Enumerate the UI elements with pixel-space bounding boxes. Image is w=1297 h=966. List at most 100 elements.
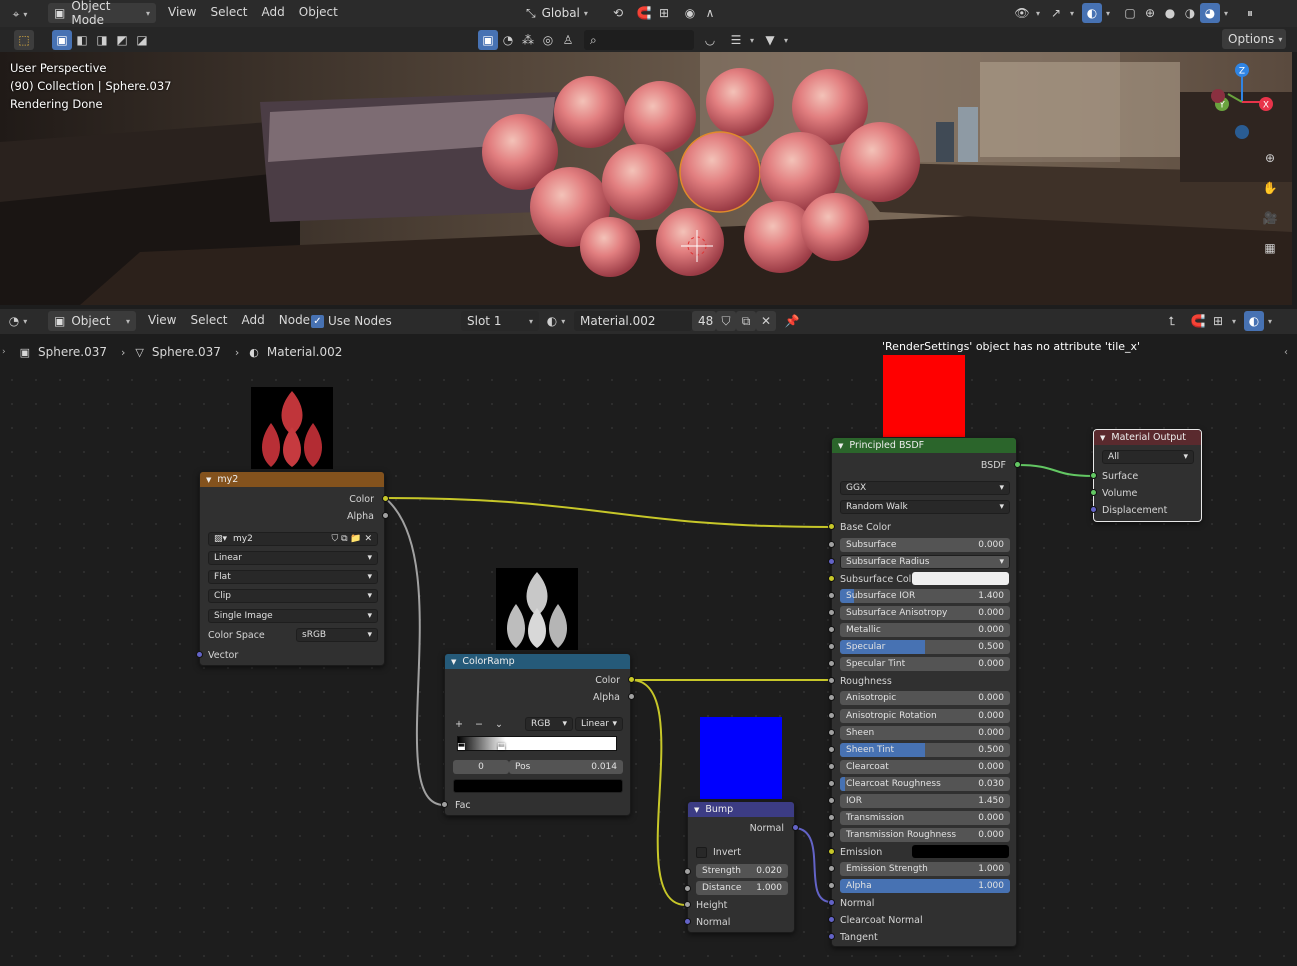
bsdf-color-swatch[interactable] [912, 572, 1009, 585]
bsdf-value-field[interactable]: Sheen 0.000 [840, 726, 1010, 740]
mode-dropdown[interactable]: ▣ Object Mode ▾ [48, 0, 156, 27]
bsdf-input-socket[interactable] [828, 592, 835, 599]
invert-checkbox[interactable] [696, 846, 707, 858]
color-ramp-bar[interactable] [457, 736, 617, 751]
menu-select[interactable]: Select [203, 5, 254, 19]
interpolation-dropdown[interactable]: Linear ▾ [208, 551, 378, 565]
bsdf-value-field[interactable]: Clearcoat 0.000 [840, 760, 1010, 774]
menu-add[interactable]: Add [255, 5, 292, 19]
material-users-count[interactable]: 48 [692, 311, 716, 331]
pin-icon[interactable]: 📌 [782, 311, 802, 331]
breadcrumb-material[interactable]: Material.002 [267, 345, 342, 359]
node-snap-target-icon[interactable]: ⊞ [1208, 311, 1228, 331]
menu-view[interactable]: View [161, 5, 203, 19]
strength-input-socket[interactable] [684, 868, 691, 875]
parent-node-tree-icon[interactable]: ⮤ [1162, 311, 1182, 331]
node-snap-icon[interactable]: 🧲 [1188, 311, 1208, 331]
shading-wireframe-icon[interactable]: ⊕ [1140, 3, 1160, 23]
node-menu-select[interactable]: Select [183, 313, 234, 327]
collapse-icon[interactable]: ▼ [694, 806, 699, 814]
bsdf-value-field[interactable]: Metallic 0.000 [840, 623, 1010, 637]
ramp-stop-index[interactable]: 0 [453, 760, 509, 774]
bsdf-output-socket[interactable] [1014, 461, 1021, 468]
bsdf-value-field[interactable]: IOR 1.450 [840, 794, 1010, 808]
orientation-dropdown[interactable]: ⤡ Global ▾ [520, 3, 600, 23]
sidebar-toggle-icon[interactable]: ‹ [1284, 347, 1288, 358]
bsdf-node-header[interactable]: ▼ Principled BSDF [832, 438, 1016, 453]
3d-viewport[interactable]: User Perspective (90) Collection | Spher… [0, 52, 1292, 305]
volume-input-socket[interactable] [1090, 489, 1097, 496]
ramp-mode-dropdown[interactable]: RGB ▾ [525, 717, 573, 731]
source-dropdown[interactable]: Single Image ▾ [208, 609, 378, 623]
ramp-interp-dropdown[interactable]: Linear ▾ [575, 717, 623, 731]
breadcrumb-toggle-icon[interactable]: › [2, 347, 6, 357]
grid-view-icon[interactable]: ▦ [1260, 238, 1280, 258]
remove-stop-button[interactable]: − [475, 719, 483, 730]
bsdf-value-field[interactable]: Subsurface Anisotropy 0.000 [840, 606, 1010, 620]
bsdf-input-socket[interactable] [828, 780, 835, 787]
bump-node-header[interactable]: ▼ Bump [688, 802, 794, 817]
node-editor-type-icon[interactable]: ◔ ▾ [8, 311, 28, 331]
ramp-pos-field[interactable]: Pos 0.014 [509, 760, 623, 774]
fac-input-socket[interactable] [441, 801, 448, 808]
collapse-icon[interactable]: ▼ [838, 442, 843, 450]
output-target-dropdown[interactable]: All ▾ [1102, 450, 1194, 464]
duplicate-material-icon[interactable]: ⧉ [736, 311, 756, 331]
shader-type-dropdown[interactable]: ▣ Object ▾ [48, 311, 136, 331]
bsdf-input-socket[interactable] [828, 729, 835, 736]
ramp-alpha-output-socket[interactable] [628, 693, 635, 700]
bsdf-input-socket[interactable] [828, 626, 835, 633]
select-invert-icon[interactable]: ◩ [112, 30, 132, 50]
zoom-icon[interactable]: ⊕ [1260, 148, 1280, 168]
pivot-icon[interactable]: ⟲ [608, 3, 628, 23]
bsdf-value-field[interactable]: Alpha 1.000 [840, 879, 1010, 893]
displacement-input-socket[interactable] [1090, 506, 1097, 513]
vector-input-socket[interactable] [196, 651, 203, 658]
slot-dropdown[interactable]: Slot 1 ▾ [461, 311, 539, 331]
filter-mesh-icon[interactable]: ▣ [478, 30, 498, 50]
ramp-menu-icon[interactable]: ⌄ [495, 719, 503, 730]
colorramp-node[interactable]: ▼ ColorRamp Color Alpha + − ⌄ RGB ▾ Linear… [441, 653, 635, 816]
use-nodes-checkbox[interactable]: ✓ [311, 314, 324, 328]
bsdf-input-socket[interactable] [828, 558, 835, 565]
bsdf-input-socket[interactable] [828, 746, 835, 753]
image-node-header[interactable]: ▼ my2 [200, 472, 384, 487]
bump-node[interactable]: ▼ Bump Normal Invert Strength 0.020 Distan… [684, 801, 799, 933]
select-subtract-icon[interactable]: ◨ [92, 30, 112, 50]
node-overlay-icon[interactable]: ◐ [1244, 311, 1265, 331]
breadcrumb-object[interactable]: Sphere.037 [38, 345, 107, 359]
bsdf-value-field[interactable]: Transmission 0.000 [840, 811, 1010, 825]
shading-rendered-icon[interactable]: ◕ [1200, 3, 1221, 23]
ramp-stop-color-swatch[interactable] [453, 779, 623, 793]
filter-nodes-icon[interactable]: ⁂ [518, 30, 538, 50]
select-intersect-icon[interactable]: ◪ [132, 30, 152, 50]
extension-dropdown[interactable]: Clip ▾ [208, 589, 378, 603]
color-output-socket[interactable] [382, 495, 389, 502]
surface-input-socket[interactable] [1090, 472, 1097, 479]
select-new-icon[interactable]: ▣ [52, 30, 72, 50]
visibility-icon[interactable]: 👁 [1012, 3, 1032, 23]
menu-object[interactable]: Object [292, 5, 345, 19]
image-datablock[interactable]: ▨▾ my2 ⛉ ⧉ 📁 ✕ [208, 532, 378, 546]
subsurface-method-dropdown[interactable]: Random Walk ▾ [840, 500, 1010, 514]
unlink-material-icon[interactable]: ✕ [756, 311, 776, 331]
projection-dropdown[interactable]: Flat ▾ [208, 570, 378, 584]
bsdf-input-socket[interactable] [828, 712, 835, 719]
color-space-dropdown[interactable]: sRGB ▾ [296, 628, 378, 642]
collapse-icon[interactable]: ▼ [451, 658, 456, 666]
bump-normal-input-socket[interactable] [684, 918, 691, 925]
proportional-edit-icon[interactable]: ◉ [680, 3, 700, 23]
bsdf-value-field[interactable]: Specular Tint 0.000 [840, 657, 1010, 671]
bsdf-value-field[interactable]: Transmission Roughness 0.000 [840, 828, 1010, 842]
snap-icon[interactable]: 🧲 [634, 3, 654, 23]
pan-hand-icon[interactable]: ✋ [1260, 178, 1280, 198]
gizmo-icon[interactable]: ↗ [1046, 3, 1066, 23]
bsdf-input-socket[interactable] [828, 643, 835, 650]
camera-icon[interactable]: 🎥 [1260, 208, 1280, 228]
image-browse-icon[interactable]: ▨▾ [214, 534, 227, 544]
image-actions-icon[interactable]: ⛉ ⧉ 📁 ✕ [331, 534, 372, 544]
filter-funnel-icon[interactable]: ▼ [760, 30, 780, 50]
filter-other-icon[interactable]: ♙ [558, 30, 578, 50]
editor-type-icon[interactable]: ⌖ ▾ [10, 4, 30, 24]
pause-render-icon[interactable]: ⏸ [1240, 3, 1260, 23]
